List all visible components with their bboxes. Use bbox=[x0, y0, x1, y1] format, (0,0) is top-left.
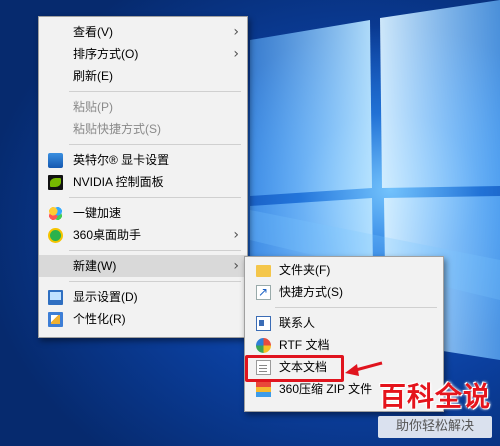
menu-item-refresh[interactable]: 刷新(E) bbox=[39, 65, 247, 87]
360-desktop-icon bbox=[48, 228, 63, 243]
menu-item-label: 排序方式(O) bbox=[73, 47, 139, 61]
baike-watermark: 百科全说 助你轻松解决 bbox=[372, 382, 498, 444]
menu-item-label: 个性化(R) bbox=[73, 312, 126, 326]
annotation-highlight-box bbox=[245, 355, 344, 382]
menu-separator bbox=[69, 250, 241, 251]
menu-item-label: 联系人 bbox=[279, 316, 316, 330]
personalize-icon bbox=[48, 312, 63, 327]
nvidia-icon bbox=[48, 175, 63, 190]
menu-item-label: 粘贴(P) bbox=[73, 100, 113, 114]
zip-archive-icon bbox=[256, 382, 271, 397]
folder-icon bbox=[256, 265, 271, 277]
menu-item-label: NVIDIA 控制面板 bbox=[73, 175, 164, 189]
submenu-item-rtf-document[interactable]: RTF 文档 bbox=[245, 334, 443, 356]
chevron-right-icon: › bbox=[233, 227, 239, 243]
submenu-item-contact[interactable]: 联系人 bbox=[245, 312, 443, 334]
menu-item-view[interactable]: 查看(V) › bbox=[39, 21, 247, 43]
watermark-subtitle: 助你轻松解决 bbox=[378, 416, 492, 438]
chevron-right-icon: › bbox=[233, 258, 239, 274]
chevron-right-icon: › bbox=[233, 46, 239, 62]
submenu-item-folder[interactable]: 文件夹(F) bbox=[245, 259, 443, 281]
rtf-document-icon bbox=[256, 338, 271, 353]
menu-item-label: 粘贴快捷方式(S) bbox=[73, 122, 161, 136]
watermark-title: 百科全说 bbox=[379, 382, 491, 413]
annotation-arrow-icon bbox=[345, 361, 383, 376]
menu-item-paste-shortcut[interactable]: 粘贴快捷方式(S) bbox=[39, 118, 247, 140]
menu-item-label: 文件夹(F) bbox=[279, 263, 331, 277]
menu-item-intel-graphics[interactable]: 英特尔® 显卡设置 bbox=[39, 149, 247, 171]
menu-item-new[interactable]: 新建(W) › bbox=[39, 255, 247, 277]
shortcut-icon bbox=[256, 281, 271, 303]
menu-item-nvidia-control-panel[interactable]: NVIDIA 控制面板 bbox=[39, 171, 247, 193]
menu-item-label: 360压缩 ZIP 文件 bbox=[279, 382, 373, 396]
menu-separator bbox=[69, 144, 241, 145]
menu-separator bbox=[275, 307, 437, 308]
menu-item-one-click-boost[interactable]: 一键加速 bbox=[39, 202, 247, 224]
menu-item-sort-by[interactable]: 排序方式(O) › bbox=[39, 43, 247, 65]
menu-item-label: 显示设置(D) bbox=[73, 290, 138, 304]
menu-separator bbox=[69, 281, 241, 282]
menu-separator bbox=[69, 91, 241, 92]
desktop-context-menu: 查看(V) › 排序方式(O) › 刷新(E) 粘贴(P) 粘贴快捷方式(S) … bbox=[38, 16, 248, 338]
menu-item-label: RTF 文档 bbox=[279, 338, 330, 352]
contact-icon bbox=[256, 316, 271, 331]
menu-item-label: 360桌面助手 bbox=[73, 228, 142, 242]
menu-item-label: 查看(V) bbox=[73, 25, 113, 39]
menu-item-360-desktop-assistant[interactable]: 360桌面助手 › bbox=[39, 224, 247, 246]
menu-item-paste[interactable]: 粘贴(P) bbox=[39, 96, 247, 118]
intel-graphics-icon bbox=[48, 153, 63, 168]
menu-item-label: 刷新(E) bbox=[73, 69, 113, 83]
menu-item-label: 新建(W) bbox=[73, 259, 117, 273]
menu-item-label: 快捷方式(S) bbox=[279, 285, 343, 299]
display-settings-icon bbox=[48, 290, 63, 305]
chevron-right-icon: › bbox=[233, 24, 239, 40]
menu-item-display-settings[interactable]: 显示设置(D) bbox=[39, 286, 247, 308]
menu-item-personalize[interactable]: 个性化(R) bbox=[39, 308, 247, 330]
boost-icon bbox=[48, 206, 63, 221]
menu-item-label: 英特尔® 显卡设置 bbox=[73, 153, 170, 167]
submenu-item-shortcut[interactable]: 快捷方式(S) bbox=[245, 281, 443, 303]
menu-item-label: 一键加速 bbox=[73, 206, 122, 220]
menu-separator bbox=[69, 197, 241, 198]
